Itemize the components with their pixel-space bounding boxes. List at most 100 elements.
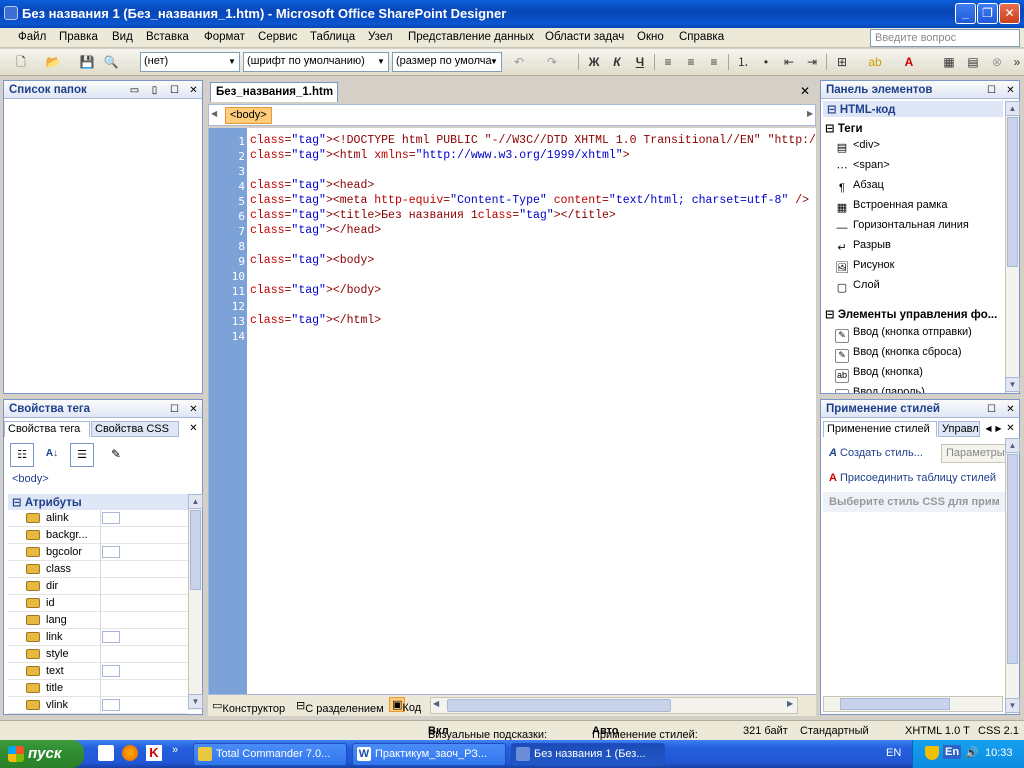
attribute-row[interactable]: style [8, 646, 188, 663]
font-size-select[interactable]: (размер по умолча ▼ [392, 52, 502, 72]
menu-data-view[interactable]: Представление данных [408, 31, 534, 43]
menu-help[interactable]: Справка [679, 31, 724, 43]
scroll-thumb[interactable] [190, 510, 201, 590]
attribute-row[interactable]: lang [8, 612, 188, 629]
bold-button[interactable]: Ж [585, 53, 603, 71]
attribute-value-swatch[interactable] [102, 665, 120, 677]
scroll-thumb[interactable] [1007, 117, 1018, 267]
task-sharepoint-designer[interactable]: Без названия 1 (Без... [511, 743, 665, 766]
close-pane-icon[interactable]: ✕ [188, 85, 199, 96]
scroll-thumb[interactable] [840, 698, 950, 710]
scroll-up-icon[interactable]: ▲ [188, 494, 203, 509]
open-folder-icon[interactable]: 📂 [44, 53, 62, 71]
attributes-scrollbar[interactable]: ▲ ▼ [188, 494, 203, 710]
toolbox-form-item[interactable]: ✎ Ввод (кнопка отправки) [835, 326, 972, 343]
page-icon[interactable]: ▯ [149, 85, 160, 96]
new-page-icon[interactable]: 🗋 [12, 53, 30, 71]
scroll-thumb[interactable] [1007, 454, 1018, 664]
code-line[interactable]: class="tag"></html> [250, 314, 381, 327]
attribute-row[interactable]: backgr... [8, 527, 188, 544]
document-tab[interactable]: Без_названия_1.htm [210, 82, 338, 102]
close-pane-icon[interactable]: ✕ [1005, 85, 1016, 96]
tab-tag-properties[interactable]: Свойства тега [4, 421, 90, 437]
scroll-down-icon[interactable]: ▼ [1005, 377, 1020, 392]
restore-button[interactable]: ❐ [977, 3, 998, 24]
font-color-icon[interactable]: A [900, 53, 918, 71]
align-center-icon[interactable]: ≡ [682, 53, 700, 71]
borders-icon[interactable]: ⊞ [833, 53, 851, 71]
code-line[interactable]: class="tag"></head> [250, 224, 381, 237]
tagbar-right-arrow-icon[interactable]: ▶ [807, 109, 813, 118]
add-attribute-icon[interactable]: ✎ [104, 443, 128, 467]
menu-task-panes[interactable]: Области задач [545, 31, 624, 43]
doctype-status[interactable]: XHTML 1.0 T [905, 725, 970, 737]
code-line[interactable]: class="tag"></body> [250, 284, 381, 297]
attribute-row[interactable]: dir [8, 578, 188, 595]
tab-apply-styles[interactable]: Применение стилей [823, 421, 937, 437]
align-right-icon[interactable]: ≡ [705, 53, 723, 71]
language-indicator[interactable]: EN [886, 747, 901, 759]
font-select[interactable]: (шрифт по умолчанию) ▼ [243, 52, 389, 72]
keyboard-language-icon[interactable]: En [943, 745, 962, 759]
maximize-pane-icon[interactable]: ☐ [986, 404, 997, 415]
menu-file[interactable]: Файл [18, 31, 46, 43]
code-editor[interactable]: 1 2 3 4 5 6 7 8 9 10 11 12 13 14 class="tag"><!DOCTYP… [208, 128, 816, 694]
attribute-row[interactable]: bgcolor [8, 544, 188, 561]
tab-scroll-right-icon[interactable]: ▶ [993, 423, 1004, 434]
align-left-icon[interactable]: ≡ [659, 53, 677, 71]
task-total-commander[interactable]: Total Commander 7.0... [193, 743, 347, 766]
volume-icon[interactable]: 🔊 [965, 746, 979, 759]
scroll-down-icon[interactable]: ▼ [188, 694, 203, 709]
minimize-button[interactable]: _ [955, 3, 976, 24]
attribute-value-swatch[interactable] [102, 699, 120, 711]
code-line[interactable]: class="tag"><html xmlns="http://www.w3.o… [250, 149, 630, 162]
show-set-properties-icon[interactable]: ☰ [70, 443, 94, 467]
tagbar-left-arrow-icon[interactable]: ◀ [211, 109, 217, 118]
tab-code[interactable]: ▣ Код [389, 697, 421, 714]
code-line[interactable]: class="tag"><title>Без названия 1class="… [250, 209, 616, 222]
tab-split[interactable]: ⊟ С разделением [296, 699, 384, 715]
styles-scrollbar[interactable]: ▲ ▼ [1005, 438, 1020, 714]
italic-button[interactable]: К [608, 53, 626, 71]
menu-site[interactable]: Узел [368, 31, 393, 43]
close-button[interactable]: ✕ [999, 3, 1020, 24]
new-style-link[interactable]: A Создать стиль... [829, 447, 923, 459]
attribute-row[interactable]: text [8, 663, 188, 680]
tab-css-properties[interactable]: Свойства CSS [91, 421, 179, 437]
undo-icon[interactable]: ↶ [510, 53, 528, 71]
bullet-list-icon[interactable]: • [757, 53, 775, 71]
decrease-indent-icon[interactable]: ⇤ [780, 53, 798, 71]
menu-tools[interactable]: Сервис [258, 31, 297, 43]
save-icon[interactable]: 💾 [78, 53, 96, 71]
maximize-pane-icon[interactable]: ☐ [169, 85, 180, 96]
toolbox-form-item[interactable]: ⋯ Ввод (пароль) [835, 386, 925, 393]
attribute-row[interactable]: link [8, 629, 188, 646]
ask-question-input[interactable]: Введите вопрос [870, 29, 1020, 47]
close-tab-icon[interactable]: ✕ [188, 423, 199, 434]
code-line[interactable]: class="tag"><body> [250, 254, 374, 267]
attribute-row[interactable]: alink [8, 510, 188, 527]
increase-indent-icon[interactable]: ⇥ [803, 53, 821, 71]
attribute-row[interactable]: vlink [8, 697, 188, 714]
numbered-list-icon[interactable]: ⒈ [734, 53, 752, 71]
toolbar-options-icon[interactable]: » [1008, 53, 1024, 71]
close-tab-icon[interactable]: ✕ [1005, 423, 1016, 434]
preview-icon[interactable]: 🔍 [102, 53, 120, 71]
scroll-left-icon[interactable]: ◀ [433, 699, 439, 708]
notepad-icon[interactable] [98, 745, 114, 761]
maximize-pane-icon[interactable]: ☐ [169, 404, 180, 415]
layers-icon[interactable]: ▤ [964, 53, 982, 71]
scroll-down-icon[interactable]: ▼ [1005, 698, 1020, 713]
css-version-status[interactable]: CSS 2.1 [978, 725, 1019, 737]
horizontal-scrollbar[interactable]: ◀ ▶ [430, 697, 798, 714]
menu-view[interactable]: Вид [112, 31, 133, 43]
scroll-up-icon[interactable]: ▲ [1005, 101, 1020, 116]
code-line[interactable]: class="tag"><meta http-equiv="Content-Ty… [250, 194, 809, 207]
attribute-value-swatch[interactable] [102, 631, 120, 643]
tab-manage-styles[interactable]: Управл [938, 421, 980, 437]
redo-icon[interactable]: ↷ [543, 53, 561, 71]
firefox-icon[interactable] [122, 745, 138, 761]
attribute-row[interactable]: id [8, 595, 188, 612]
toolbox-form-item[interactable]: ab Ввод (кнопка) [835, 366, 923, 383]
apply-styles-status[interactable]: Применение стилей: Авто [592, 725, 698, 741]
